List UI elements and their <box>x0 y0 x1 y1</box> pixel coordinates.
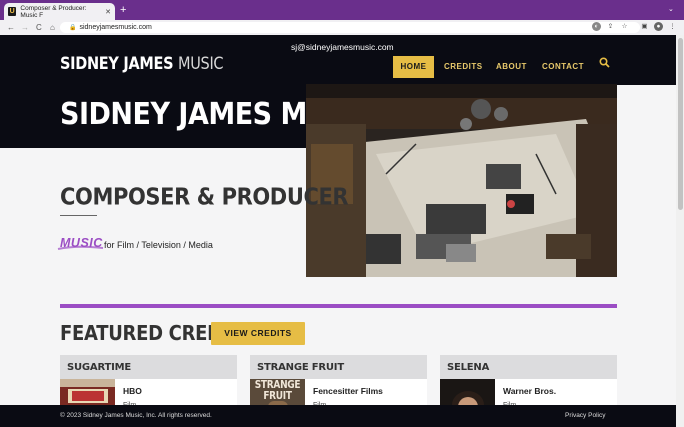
poster-title-text: STRANGE FRUIT <box>254 379 301 403</box>
card-title: STRANGE FRUIT <box>250 355 427 379</box>
url-text: sidneyjamesmusic.com <box>79 24 152 31</box>
contact-email[interactable]: sj@sidneyjamesmusic.com <box>291 42 394 52</box>
site-favicon-icon: U <box>8 7 17 16</box>
lock-icon: 🔒 <box>69 25 77 31</box>
logo-text-light: MUSIC <box>178 55 224 74</box>
nav-home[interactable]: HOME <box>393 56 434 78</box>
privacy-policy-link[interactable]: Privacy Policy <box>565 412 605 419</box>
card-title: SELENA <box>440 355 617 379</box>
new-tab-button[interactable]: + <box>120 4 126 16</box>
studio-photo <box>306 84 617 277</box>
bookmark-star-icon[interactable]: ☆ <box>620 22 629 31</box>
scrollbar-thumb[interactable] <box>678 38 683 210</box>
nav-about[interactable]: ABOUT <box>496 56 527 78</box>
browser-toolbar: ← → C ⌂ 🔒 sidneyjamesmusic.com ◐ ⇪ ☆ ▣ ● … <box>0 20 684 35</box>
tab-close-icon[interactable]: ✕ <box>105 8 111 16</box>
hero-subtitle: COMPOSER & PRODUCER <box>60 183 349 210</box>
nav-contact[interactable]: CONTACT <box>542 56 584 78</box>
back-button[interactable]: ← <box>7 20 15 35</box>
nav-credits[interactable]: CREDITS <box>444 56 483 78</box>
site-logo[interactable]: SIDNEY JAMES MUSIC <box>60 55 224 74</box>
section-divider <box>60 304 617 308</box>
tab-list-chevron-icon[interactable]: ⌄ <box>668 5 674 13</box>
card-title: SUGARTIME <box>60 355 237 379</box>
card-studio: HBO <box>123 386 142 396</box>
music-tagline: for Film / Television / Media <box>104 240 213 250</box>
sidebar-icon[interactable]: ▣ <box>640 22 649 31</box>
card-studio: Warner Bros. <box>503 386 557 396</box>
menu-kebab-icon[interactable]: ⋮ <box>668 22 677 31</box>
forward-button[interactable]: → <box>21 20 29 35</box>
address-bar[interactable]: 🔒 sidneyjamesmusic.com <box>60 22 640 33</box>
extension-icon[interactable]: ◐ <box>592 22 601 31</box>
music-highlight: MUSIC <box>60 236 103 250</box>
share-icon[interactable]: ⇪ <box>606 22 615 31</box>
copyright-text: © 2023 Sidney James Music, Inc. All righ… <box>60 412 212 419</box>
browser-tab[interactable]: U Composer & Producer: Music F ✕ <box>4 3 115 20</box>
view-credits-button[interactable]: VIEW CREDITS <box>211 322 305 345</box>
reload-button[interactable]: C <box>36 20 42 35</box>
subtitle-divider <box>60 215 97 216</box>
card-studio: Fencesitter Films <box>313 386 383 396</box>
search-icon[interactable] <box>599 57 610 71</box>
home-button[interactable]: ⌂ <box>50 20 55 35</box>
logo-text-bold: SIDNEY JAMES <box>60 55 179 74</box>
tab-title: Composer & Producer: Music F <box>20 4 87 19</box>
profile-avatar-icon[interactable]: ● <box>654 22 663 31</box>
